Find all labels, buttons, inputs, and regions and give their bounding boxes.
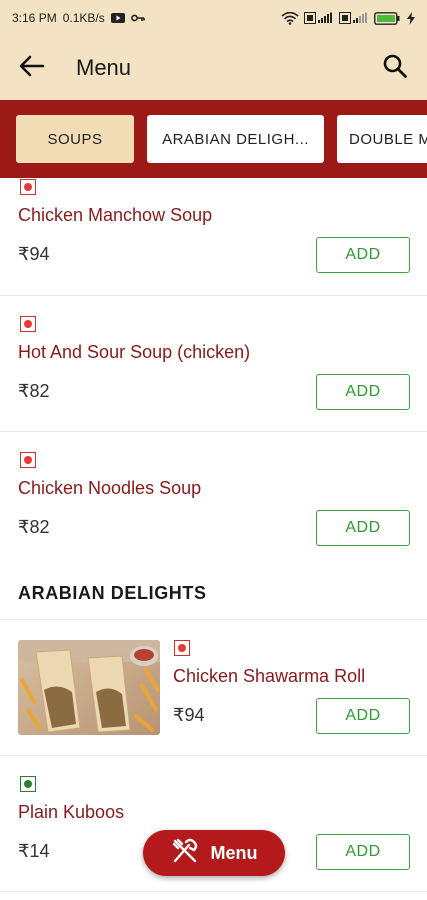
battery-icon	[374, 11, 402, 25]
item-price: ₹14	[18, 841, 50, 861]
menu-item: Hot And Sour Soup (chicken) ₹82 ADD	[0, 296, 427, 432]
item-name: Chicken Shawarma Roll	[173, 666, 366, 686]
veg-indicator-icon	[20, 776, 36, 792]
item-price: ₹94	[18, 244, 50, 264]
section-title: ARABIAN DELIGHTS	[18, 583, 207, 603]
fork-knife-icon	[171, 837, 199, 870]
non-veg-indicator-icon	[20, 179, 36, 195]
category-tab-arabian-delights[interactable]: ARABIAN DELIGH...	[147, 115, 324, 163]
back-button[interactable]	[0, 36, 64, 100]
item-price: ₹94	[173, 705, 205, 725]
menu-item: Chicken Shawarma Roll ₹94 ADD	[0, 620, 427, 756]
youtube-icon	[110, 13, 125, 23]
non-veg-indicator-icon	[20, 452, 36, 468]
key-icon	[130, 13, 145, 23]
non-veg-indicator-icon	[20, 316, 36, 332]
sim-signal-2-icon	[339, 12, 369, 24]
floating-menu-label: Menu	[210, 842, 258, 863]
item-name: Hot And Sour Soup (chicken)	[18, 342, 251, 362]
add-button[interactable]: ADD	[316, 510, 410, 546]
app-bar: Menu	[0, 36, 427, 100]
add-button[interactable]: ADD	[316, 374, 410, 410]
category-bar: SOUPS ARABIAN DELIGH... DOUBLE M	[0, 100, 427, 178]
add-button[interactable]: ADD	[316, 834, 410, 870]
item-price: ₹82	[18, 381, 50, 401]
search-button[interactable]	[373, 36, 417, 100]
category-tab-double[interactable]: DOUBLE M	[337, 115, 427, 163]
page-title: Menu	[76, 55, 132, 80]
add-button[interactable]: ADD	[316, 237, 410, 273]
network-speed: 0.1KB/s	[62, 11, 105, 25]
item-name: Chicken Noodles Soup	[18, 478, 202, 498]
menu-item: Chicken Noodles Soup ₹82 ADD	[0, 432, 427, 568]
sim-signal-icon	[304, 12, 334, 24]
floating-menu-button[interactable]: Menu	[143, 830, 285, 876]
search-icon	[382, 53, 408, 84]
item-image[interactable]	[18, 640, 160, 735]
status-time: 3:16 PM	[12, 11, 57, 25]
item-name: Plain Kuboos	[18, 802, 125, 822]
status-bar: 3:16 PM 0.1KB/s	[0, 0, 427, 36]
menu-item: Chicken Manchow Soup ₹94 ADD	[0, 178, 427, 296]
charging-icon	[407, 11, 415, 25]
non-veg-indicator-icon	[174, 640, 190, 656]
category-tab-soups[interactable]: SOUPS	[16, 115, 134, 163]
item-price: ₹82	[18, 517, 50, 537]
wifi-icon	[281, 11, 299, 25]
item-name: Chicken Manchow Soup	[18, 205, 213, 225]
add-button[interactable]: ADD	[316, 698, 410, 734]
arrow-left-icon	[19, 55, 45, 82]
